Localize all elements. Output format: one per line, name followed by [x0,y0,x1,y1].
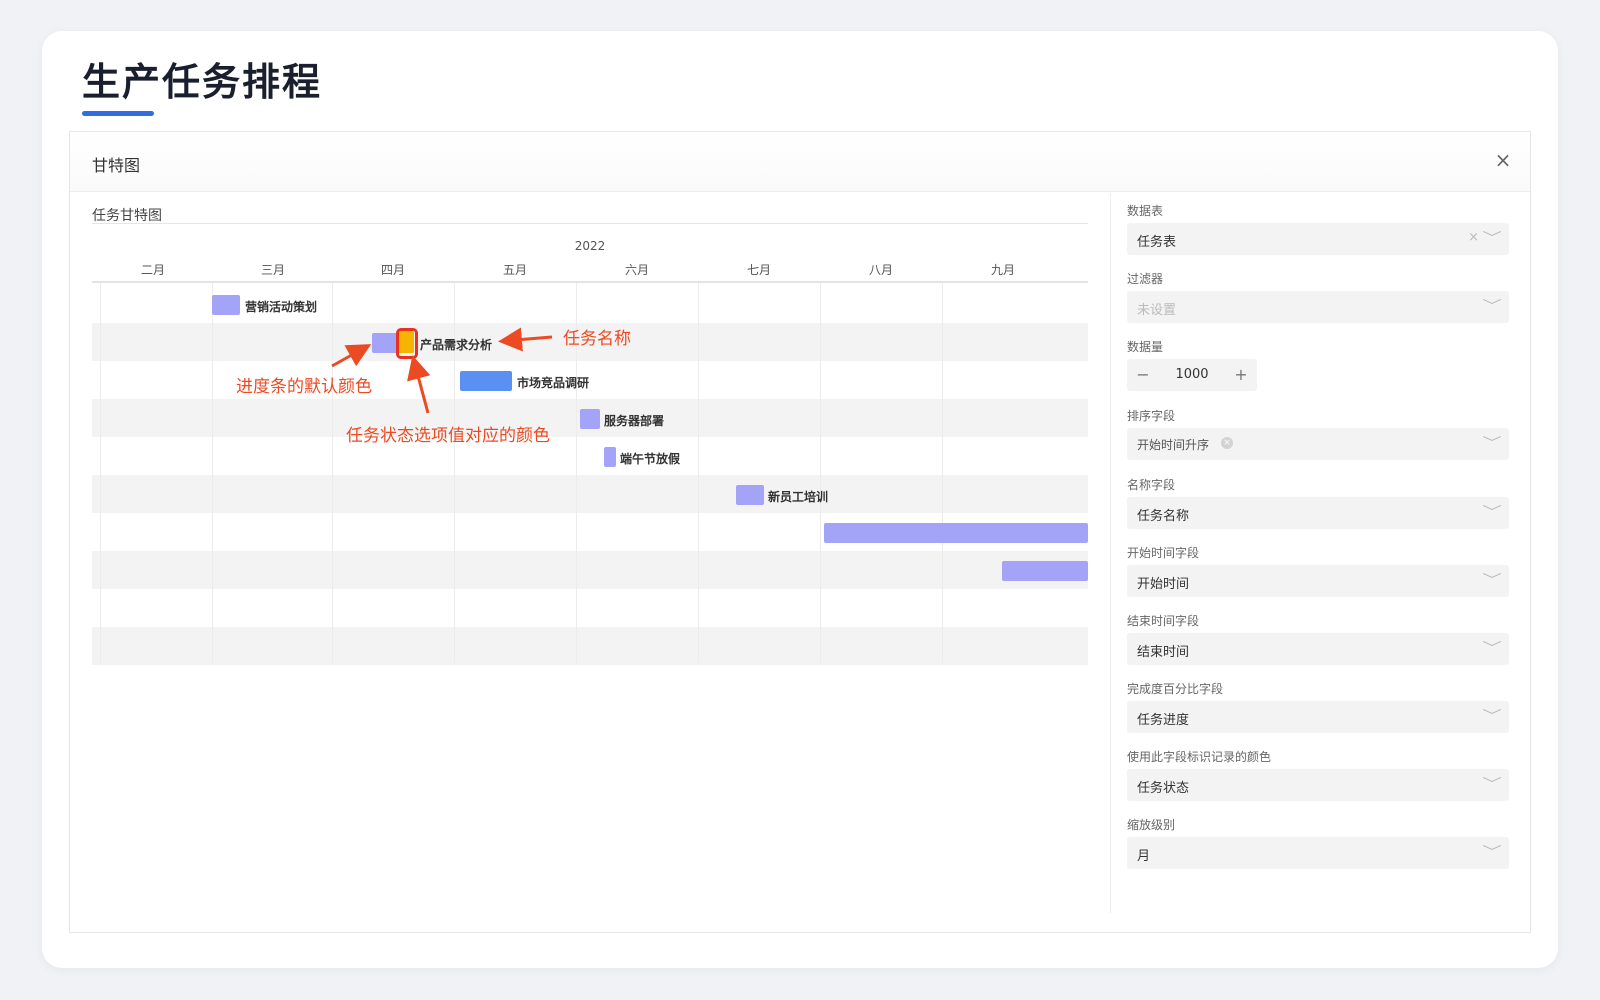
clear-icon[interactable]: × [1468,230,1479,245]
color-field-select[interactable]: 任务状态 ﹀ [1127,769,1509,801]
progress-field-value: 任务进度 [1137,713,1190,728]
annotation-task-name: 任务名称 [563,329,631,349]
chevron-down-icon: ﹀ [1482,231,1502,247]
month-label: 四月 [380,263,405,277]
name-field-value: 任务名称 [1137,509,1190,524]
month-header: 二月 三月 四月 五月 六月 七月 八月 九月 [92,259,1088,283]
gantt-title: 任务甘特图 [92,208,162,224]
task-bar[interactable] [736,485,764,505]
end-field-label: 结束时间字段 [1127,614,1200,628]
zoom-level-value: 月 [1137,849,1151,864]
data-table-select[interactable]: 任务表 × ﹀ [1127,223,1509,255]
chevron-down-icon: ﹀ [1482,845,1502,861]
grid-line [698,283,699,663]
gantt-row [92,475,1088,513]
grid-line [942,283,943,663]
month-label: 八月 [868,263,893,277]
task-label: 新员工培训 [768,490,829,504]
filter-label: 过滤器 [1127,272,1164,286]
month-label: 二月 [140,263,165,277]
data-table-value: 任务表 [1137,235,1177,250]
task-label: 营销活动策划 [245,300,318,314]
chevron-down-icon: ﹀ [1482,709,1502,725]
gantt-chart: 2022 二月 三月 四月 五月 六月 七月 八月 九月 营销活动策划 产品需求… [92,223,1088,665]
filter-placeholder: 未设置 [1137,303,1177,318]
data-count-value[interactable]: 1000 [1163,367,1221,382]
task-label: 市场竞品调研 [517,376,590,390]
title-underline [82,111,154,116]
color-field-label: 使用此字段标识记录的颜色 [1127,750,1272,764]
month-label: 九月 [990,263,1015,277]
gantt-row [92,285,1088,323]
start-field-value: 开始时间 [1137,577,1190,592]
month-label: 三月 [260,263,285,277]
modal-header: 甘特图 × [70,132,1530,192]
start-field-select[interactable]: 开始时间 ﹀ [1127,565,1509,597]
chevron-down-icon: ﹀ [1482,641,1502,657]
gantt-row [92,551,1088,589]
task-bar[interactable] [824,523,1088,543]
data-count-stepper[interactable]: − 1000 + [1127,359,1257,391]
page-title: 生产任务排程 [82,60,323,104]
gantt-divider [92,223,1088,224]
start-field-label: 开始时间字段 [1127,546,1200,560]
minus-icon[interactable]: − [1133,365,1153,384]
end-field-select[interactable]: 结束时间 ﹀ [1127,633,1509,665]
data-table-label: 数据表 [1127,204,1164,218]
month-label: 七月 [746,263,771,277]
page-card: 生产任务排程 甘特图 × 任务甘特图 2022 二月 三月 四月 五月 六月 七… [42,31,1558,968]
progress-field-label: 完成度百分比字段 [1127,682,1224,696]
grid-line [212,283,213,663]
task-progress-bar[interactable] [372,333,398,353]
task-label: 端午节放假 [620,452,681,466]
sort-field-select[interactable]: 开始时间升序 × ﹀ [1127,428,1509,460]
sort-field-label: 排序字段 [1127,409,1176,423]
annotation-status-color: 任务状态选项值对应的颜色 [346,426,550,446]
filter-select[interactable]: 未设置 ﹀ [1127,291,1509,323]
chevron-down-icon: ﹀ [1482,777,1502,793]
modal-title: 甘特图 [92,156,141,175]
task-label: 产品需求分析 [420,338,493,352]
sort-field-value: 开始时间升序 [1137,438,1210,452]
color-field-value: 任务状态 [1137,781,1190,796]
gantt-row [92,627,1088,665]
gantt-row [92,589,1088,627]
name-field-select[interactable]: 任务名称 ﹀ [1127,497,1509,529]
status-color-highlight [396,328,418,359]
chevron-down-icon: ﹀ [1482,505,1502,521]
chevron-down-icon: ﹀ [1482,299,1502,315]
gantt-modal: 甘特图 × 任务甘特图 2022 二月 三月 四月 五月 六月 七月 八月 九月 [69,131,1531,933]
task-bar[interactable] [604,447,616,467]
task-bar[interactable] [1002,561,1088,581]
annotation-progress-color: 进度条的默认颜色 [236,377,372,397]
gantt-year: 2022 [574,239,606,253]
grid-line [332,283,333,663]
data-count-label: 数据量 [1127,340,1164,354]
chevron-down-icon: ﹀ [1482,573,1502,589]
grid-line [820,283,821,663]
tag-clear-icon[interactable]: × [1221,437,1233,449]
close-icon[interactable]: × [1492,150,1514,172]
progress-field-select[interactable]: 任务进度 ﹀ [1127,701,1509,733]
month-label: 六月 [624,263,649,277]
plus-icon[interactable]: + [1231,365,1251,384]
gantt-pane: 任务甘特图 2022 二月 三月 四月 五月 六月 七月 八月 九月 营销活动策… [70,193,1110,933]
name-field-label: 名称字段 [1127,478,1176,492]
task-label: 服务器部署 [604,414,665,428]
zoom-level-select[interactable]: 月 ﹀ [1127,837,1509,869]
gantt-row [92,437,1088,475]
chevron-down-icon: ﹀ [1482,436,1502,452]
month-label: 五月 [502,263,527,277]
settings-panel: 数据表 任务表 × ﹀ 过滤器 未设置 ﹀ 数据量 − 1000 + 排序字段 … [1110,193,1531,913]
grid-line [100,283,101,663]
end-field-value: 结束时间 [1137,645,1190,660]
task-bar[interactable] [212,295,240,315]
task-bar[interactable] [580,409,600,429]
zoom-level-label: 缩放级别 [1127,818,1176,832]
task-bar[interactable] [460,371,512,391]
